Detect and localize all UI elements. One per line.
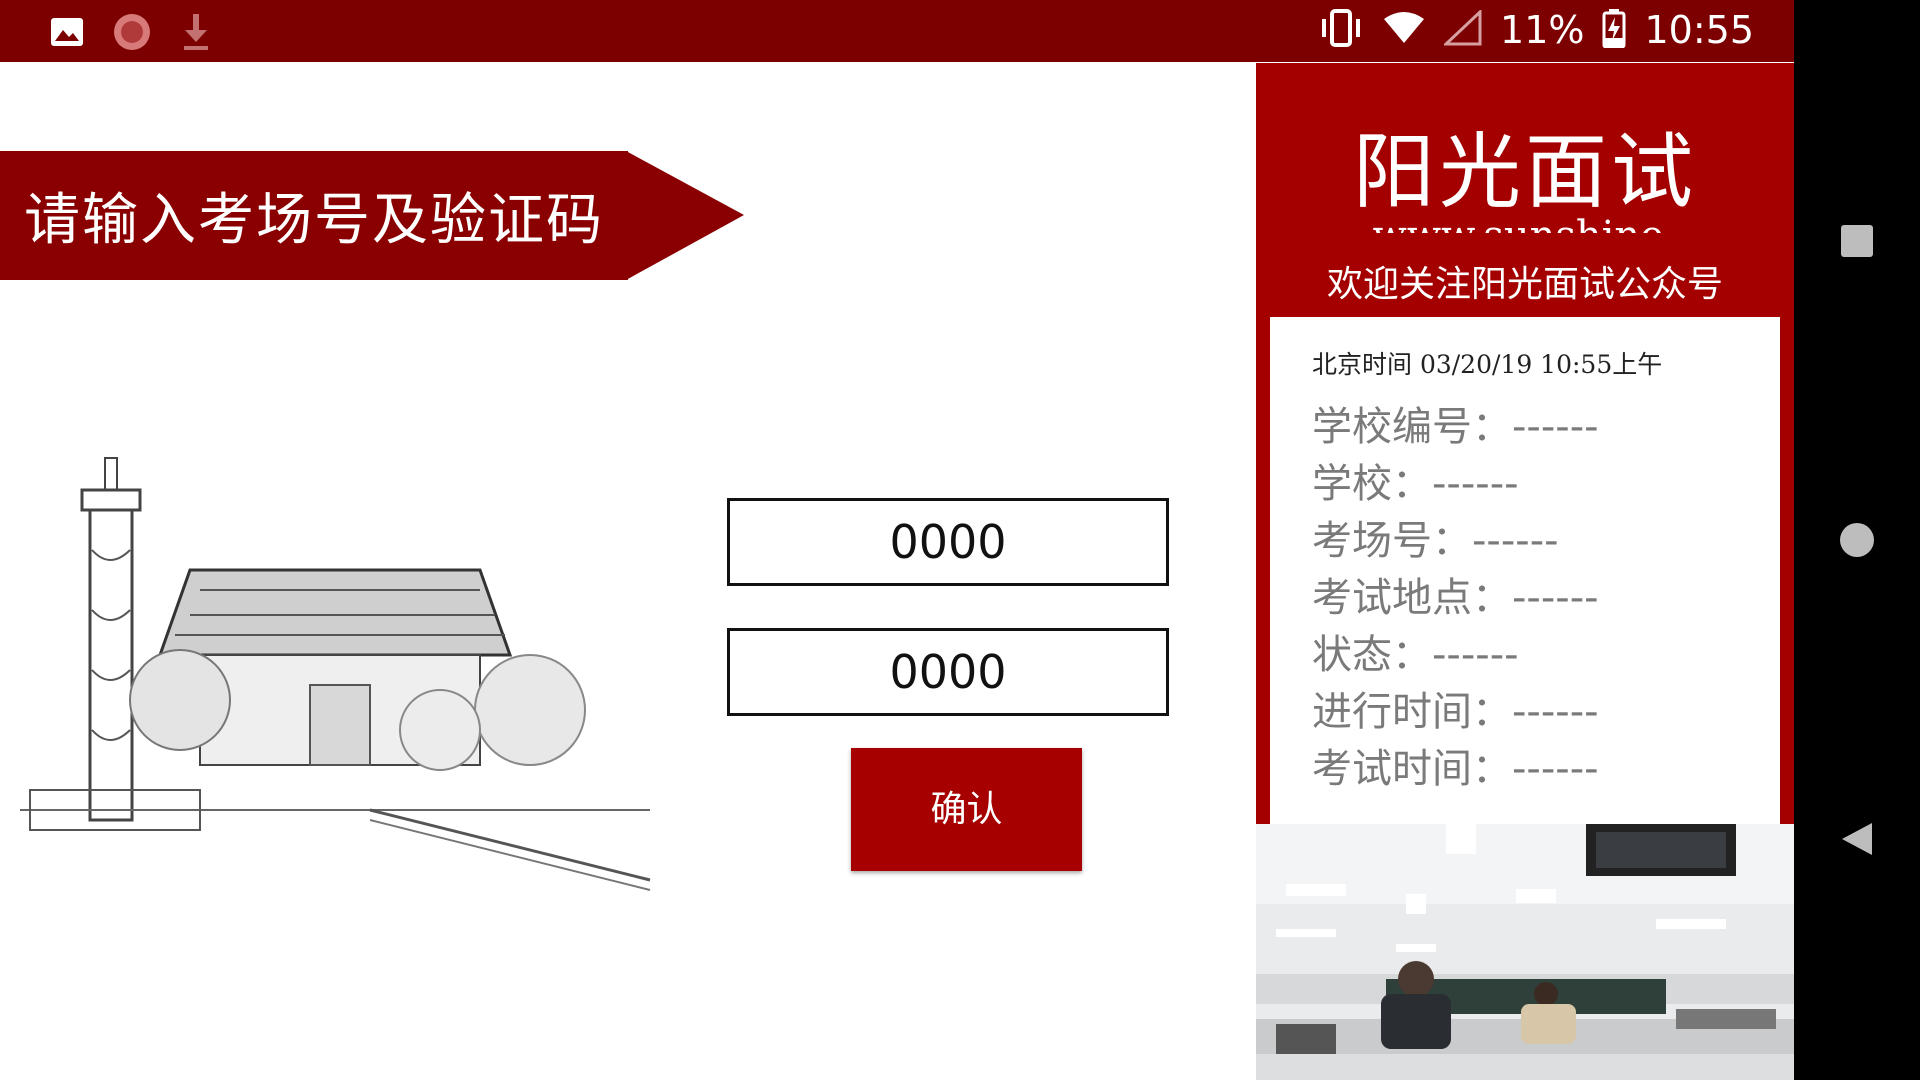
status-row: 状态：------: [1312, 632, 1519, 678]
confirm-button[interactable]: 确认: [851, 748, 1082, 871]
panel-title: 阳光面试: [1352, 125, 1697, 220]
clock-time: 10:55: [1644, 8, 1754, 52]
exam-location-row: 考试地点：------: [1312, 575, 1599, 621]
panel-url: www.sunshine-: [1256, 209, 1794, 233]
campus-sketch-image: [10, 450, 680, 950]
image-icon: [50, 17, 84, 51]
exam-room-row: 考场号：------: [1312, 518, 1559, 564]
wifi-icon: [1382, 11, 1426, 49]
home-icon[interactable]: [1839, 522, 1875, 562]
info-card: 北京时间 03/20/19 10:55上午 学校编号：------ 学校：---…: [1270, 317, 1780, 887]
battery-charging-icon: [1602, 8, 1626, 52]
exam-time-row: 考试时间：------: [1312, 746, 1599, 792]
navigation-bar: [1794, 0, 1920, 1080]
circle-app-icon: [112, 12, 152, 56]
banner-arrow-icon: [626, 151, 744, 280]
banner-text: 请输入考场号及验证码: [24, 188, 604, 253]
status-bar: 11% 10:55: [0, 0, 1794, 62]
back-icon[interactable]: [1840, 821, 1874, 861]
instruction-banner: 请输入考场号及验证码: [0, 151, 628, 280]
battery-percent: 11%: [1500, 8, 1585, 52]
school-row: 学校：------: [1312, 461, 1519, 507]
verification-code-input[interactable]: 0000: [727, 628, 1169, 716]
exam-room-input[interactable]: 0000: [727, 498, 1169, 586]
elapsed-time-row: 进行时间：------: [1312, 689, 1599, 735]
recents-icon[interactable]: [1839, 223, 1875, 263]
beijing-time: 北京时间 03/20/19 10:55上午: [1312, 350, 1663, 379]
school-id-row: 学校编号：------: [1312, 404, 1599, 450]
download-icon: [180, 12, 212, 56]
info-list: 学校编号：------ 学校：------ 考场号：------ 考试地点：--…: [1312, 399, 1599, 798]
info-panel: 阳光面试 www.sunshine- 欢迎关注阳光面试公众号 北京时间 03/2…: [1256, 63, 1794, 1080]
panel-subtitle: 欢迎关注阳光面试公众号: [1326, 264, 1723, 305]
signal-icon: [1442, 8, 1482, 50]
camera-preview: [1256, 824, 1794, 1080]
vibrate-icon: [1318, 9, 1364, 51]
